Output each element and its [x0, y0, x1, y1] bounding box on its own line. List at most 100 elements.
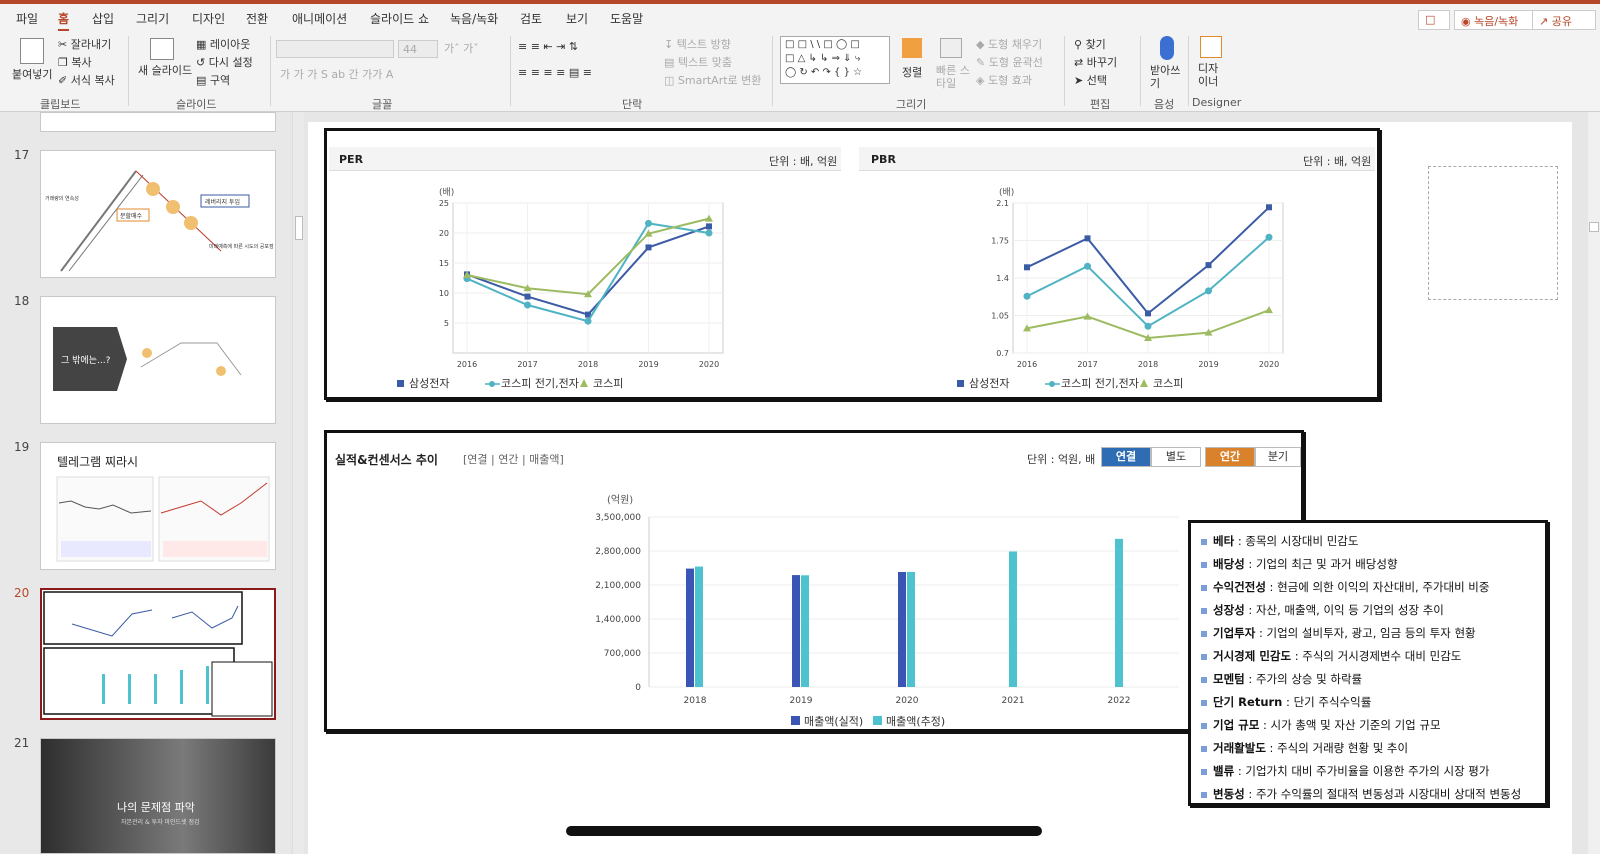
- tab-draw[interactable]: 그리기: [136, 10, 169, 27]
- factor-item: 베타 : 종목의 시장대비 민감도: [1201, 533, 1358, 549]
- comments-button[interactable]: □: [1418, 10, 1450, 30]
- data-point: [524, 301, 531, 309]
- y-tick-label: 1.05: [991, 312, 1009, 321]
- layout-icon: ▦: [196, 38, 210, 51]
- consolidated-button[interactable]: 연결: [1101, 447, 1151, 467]
- sales-consensus-panel[interactable]: 실적&컨센서스 추이 [연결 | 연간 | 매출액] 단위 : 억원, 배 연결…: [324, 430, 1304, 732]
- bullet-list-icon[interactable]: ≡ ≡ ⇤ ⇥ ⇅: [518, 40, 578, 53]
- factor-definitions-box[interactable]: 베타 : 종목의 시장대비 민감도 배당성 : 기업의 최근 및 과거 배당성향 수…: [1188, 520, 1548, 806]
- effects-icon: ◈: [976, 74, 988, 87]
- tab-view[interactable]: 보기: [566, 10, 588, 27]
- tab-insert[interactable]: 삽입: [92, 10, 114, 27]
- y-tick-label: 1.4: [996, 274, 1009, 283]
- arrange-button[interactable]: 정렬: [902, 64, 922, 80]
- shape-outline-button[interactable]: ✎ 도형 윤곽선: [976, 54, 1043, 70]
- quick-styles-button[interactable]: 빠른 스타일: [936, 64, 976, 90]
- font-size-select[interactable]: 44: [398, 40, 438, 58]
- slide-thumbnail-18[interactable]: 그 밖에는...?: [40, 296, 276, 424]
- bar: [801, 575, 809, 687]
- factor-term: 수익건전성: [1213, 580, 1266, 594]
- factor-separator: :: [1265, 580, 1278, 594]
- legend-marker: [580, 379, 588, 387]
- font-grow-icon[interactable]: 가ˆ 가ˇ: [444, 40, 479, 56]
- data-point: [706, 223, 712, 230]
- layout-button[interactable]: ▦ 레이아웃: [196, 36, 250, 52]
- slide-scrollbar[interactable]: [1588, 112, 1600, 854]
- dictate-button[interactable]: 받아쓰기: [1150, 64, 1182, 90]
- annual-button[interactable]: 연간: [1205, 447, 1255, 467]
- separate-button[interactable]: 별도: [1151, 447, 1201, 467]
- bullet-icon: [1201, 538, 1207, 545]
- align-icons[interactable]: ≡ ≡ ≡ ≡ ▤ ≡: [518, 66, 592, 79]
- find-button[interactable]: ⚲ 찾기: [1074, 36, 1106, 52]
- shapes-gallery[interactable]: □ □ \ \ □ ◯ □ □ △ ↳ ↳ ⇒ ⇓ ⤷ ◯ ↻ ↶ ↷ { } …: [780, 36, 890, 84]
- tab-design[interactable]: 디자인: [192, 10, 225, 27]
- font-style-buttons[interactable]: 가 가 가 S ab 간 가가 A: [280, 66, 393, 82]
- x-tick-label: 2020: [699, 360, 719, 369]
- record-button[interactable]: ◉ 녹음/녹화: [1454, 10, 1542, 30]
- slide-thumbnail-17[interactable]: 레버리지 투입 분할매수 거래량의 연속성 미래예측에 따른 시도의 공포점: [40, 150, 276, 278]
- legend-label: 매출액(추정): [886, 715, 945, 727]
- x-tick-label: 2022: [1108, 696, 1131, 706]
- smartart-icon: ◫: [664, 74, 678, 87]
- ribbon-tabs: 파일 홈 삽입 그리기 디자인 전환 애니메이션 슬라이드 쇼 녹음/녹화 검토…: [0, 4, 1600, 32]
- x-tick-label: 2016: [457, 360, 477, 369]
- designer-button[interactable]: 디자이너: [1198, 62, 1228, 88]
- valuation-panel[interactable]: PER 단위 : 배, 억원 (배) 5 10 15 20 25 2016 2017 2018 2…: [324, 128, 1380, 400]
- search-icon: ⚲: [1074, 38, 1086, 51]
- slide-thumbnail-21[interactable]: 나의 문제점 파악 자본관리 & 투자 마인드셋 점검: [40, 738, 276, 854]
- factor-item: 거시경제 민감도 : 주식의 거시경제변수 대비 민감도: [1201, 648, 1461, 664]
- y-tick-label: 10: [439, 289, 449, 298]
- x-tick-label: 2018: [1138, 360, 1158, 369]
- pbr-unit: 단위 : 배, 억원: [1303, 155, 1372, 168]
- thumb-subtitle: 자본관리 & 투자 마인드셋 점검: [121, 819, 200, 826]
- select-button[interactable]: ➤ 선택: [1074, 72, 1107, 88]
- horizontal-scroll-indicator[interactable]: [566, 826, 1042, 836]
- designer-icon: [1200, 36, 1222, 58]
- factor-separator: :: [1244, 557, 1256, 571]
- slide-number: 19: [14, 440, 30, 454]
- slide-thumbnail-20[interactable]: [40, 588, 276, 720]
- slide-thumbnail-19[interactable]: 텔레그램 찌라시: [40, 442, 276, 570]
- tab-file[interactable]: 파일: [16, 10, 38, 27]
- tab-review[interactable]: 검토: [520, 10, 542, 27]
- legend-marker: [873, 716, 882, 725]
- new-slide-button[interactable]: 새 슬라이드: [138, 62, 192, 78]
- slide-thumbnail-16-partial[interactable]: [40, 112, 276, 132]
- bar: [898, 571, 906, 687]
- factor-separator: :: [1234, 534, 1246, 548]
- tab-animations[interactable]: 애니메이션: [292, 10, 347, 27]
- slide-canvas[interactable]: PER 단위 : 배, 억원 (배) 5 10 15 20 25 2016 2017 2018 2…: [308, 122, 1572, 854]
- placeholder-box[interactable]: [1428, 166, 1558, 300]
- tab-help[interactable]: 도움말: [610, 10, 643, 27]
- bullet-icon: [1201, 699, 1207, 706]
- align-text-button[interactable]: ▤ 텍스트 맞춤: [664, 54, 732, 70]
- shape-fill-button[interactable]: ◆ 도형 채우기: [976, 36, 1042, 52]
- scrollbar-thumb[interactable]: [295, 216, 303, 240]
- sales-unit: 단위 : 억원, 배: [1027, 453, 1096, 466]
- factor-item: 기업 규모 : 시가 총액 및 자산 기준의 기업 규모: [1201, 717, 1441, 733]
- scrollbar-thumb[interactable]: [1589, 222, 1599, 232]
- section-button[interactable]: ▤ 구역: [196, 72, 230, 88]
- format-painter-button[interactable]: ✐ 서식 복사: [58, 72, 115, 88]
- paste-button[interactable]: 붙여넣기: [12, 66, 52, 82]
- quarterly-button[interactable]: 분기: [1255, 447, 1301, 467]
- cut-button[interactable]: ✂ 잘라내기: [58, 36, 111, 52]
- quick-styles-icon: [940, 38, 962, 58]
- font-family-select[interactable]: [276, 40, 394, 58]
- factor-term: 변동성: [1213, 787, 1245, 801]
- replace-button[interactable]: ⇄ 바꾸기: [1074, 54, 1117, 70]
- smartart-button[interactable]: ◫ SmartArt로 변환: [664, 72, 761, 88]
- tab-slideshow[interactable]: 슬라이드 쇼: [370, 10, 429, 27]
- text-direction-button[interactable]: ↧ 텍스트 방향: [664, 36, 731, 52]
- y-tick-label: 0: [635, 683, 641, 693]
- tab-recording[interactable]: 녹음/녹화: [450, 10, 498, 27]
- reset-button[interactable]: ↺ 다시 설정: [196, 54, 253, 70]
- share-button[interactable]: ↗ 공유: [1532, 10, 1596, 30]
- copy-button[interactable]: ❐ 복사: [58, 54, 92, 70]
- thumbnails-scrollbar[interactable]: [292, 112, 304, 854]
- tab-transitions[interactable]: 전환: [246, 10, 268, 27]
- tab-home[interactable]: 홈: [58, 10, 70, 31]
- group-separator: [128, 36, 129, 106]
- shape-effects-button[interactable]: ◈ 도형 효과: [976, 72, 1032, 88]
